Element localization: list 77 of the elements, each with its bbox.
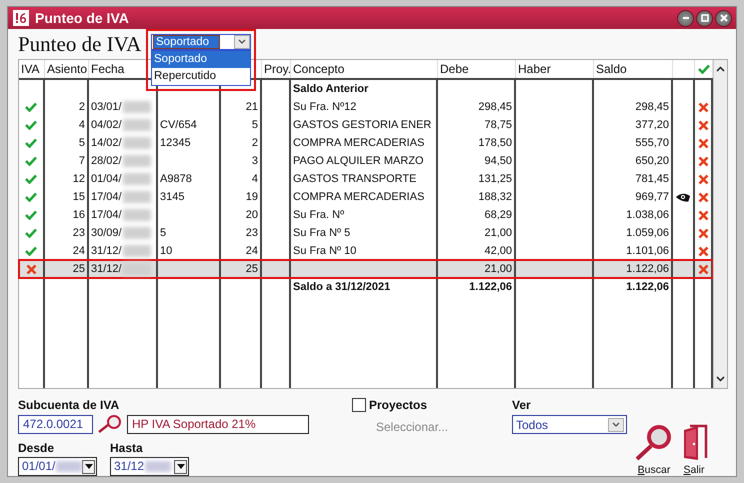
table-cell-text: 15 <box>72 190 85 205</box>
table-cell-text: 78,75 <box>484 118 512 133</box>
table-cell-text: 12 <box>72 172 85 187</box>
table-cell-text: 1.122,06 <box>626 280 669 295</box>
table-cell-text: 21,00 <box>484 226 512 241</box>
table-cell-text: 3 <box>252 154 258 169</box>
table-cell-text: 21 <box>246 100 258 115</box>
table-cell-text: 5 <box>160 226 166 241</box>
table-cell-text: GASTOS GESTORIA ENER <box>293 118 432 133</box>
table-cell-text: 781,45 <box>635 172 669 187</box>
table-cell-text: 42,00 <box>484 244 512 259</box>
table-cell-text: GASTOS TRANSPORTE <box>293 172 416 187</box>
field-label: Hasta <box>110 441 144 455</box>
table-cell-text: 969,77 <box>635 190 669 205</box>
table-cell-text: 01/04/ <box>91 172 122 187</box>
table-cell-text: 31/12/ <box>91 262 122 277</box>
table-cell-text: 650,20 <box>635 154 669 169</box>
table-cell-text: 298,45 <box>478 100 512 115</box>
table-cell-text: 188,32 <box>478 190 512 205</box>
table-cell-text: 12345 <box>160 136 191 151</box>
field-label: Ver <box>512 398 532 412</box>
table-cell-text: CV/654 <box>160 118 197 133</box>
field-label: Desde <box>18 441 56 455</box>
table-cell-text: 4 <box>252 172 258 187</box>
table-cell-text: 24 <box>246 244 258 259</box>
table-cell-text: 03/01/ <box>91 100 122 115</box>
table-cell-text: 1.038,06 <box>626 208 669 223</box>
table-cell-text: 14/02/ <box>91 136 122 151</box>
table-cell-text: 5 <box>252 118 258 133</box>
table-cell-text: PAGO ALQUILER MARZO <box>293 154 424 169</box>
table-cell-text: 3145 <box>160 190 184 205</box>
window-title: Punteo de IVA <box>35 10 129 26</box>
table-cell-text: 24 <box>72 244 85 259</box>
table-cell-text: 04/02/ <box>91 118 122 133</box>
table-cell-text: Saldo a 31/12/2021 <box>293 280 390 295</box>
table-cell-text: 17/04/ <box>91 208 122 223</box>
table-cell-text: 1.101,06 <box>626 244 669 259</box>
checkbox-label: Proyectos <box>369 398 428 412</box>
table-cell-text: 5 <box>78 136 85 151</box>
page-heading: Punteo de IVA <box>18 32 142 56</box>
table-cell-text: 23 <box>72 226 85 241</box>
table-cell-text: Su Fra Nº 5 <box>293 226 350 241</box>
table-cell-text: 94,50 <box>484 154 512 169</box>
table-cell-text: 2 <box>252 136 258 151</box>
table-cell-text: 298,45 <box>635 100 669 115</box>
table-cell-text: Su Fra. Nº <box>293 208 344 223</box>
table-cell-text: Saldo Anterior <box>293 82 368 97</box>
table-cell-text: Su Fra Nº 10 <box>293 244 356 259</box>
table-cell-text: 28/02/ <box>91 154 122 169</box>
dropdown-value: Soportado <box>153 35 220 49</box>
table-cell-text: 30/09/ <box>91 226 122 241</box>
table-cell-text: 178,50 <box>478 136 512 151</box>
table-cell-text: COMPRA MERCADERIAS <box>293 190 424 205</box>
table-cell-text: 20 <box>246 208 258 223</box>
table-cell-text: 10 <box>160 244 172 259</box>
table-cell-text: 17/04/ <box>91 190 122 205</box>
table-cell-text: 7 <box>78 154 85 169</box>
table-cell-text: 31/12/ <box>91 244 122 259</box>
field-label: Subcuenta de IVA <box>18 398 120 412</box>
table-cell-text: 377,20 <box>635 118 669 133</box>
table-cell-text: 4 <box>78 118 85 133</box>
table-cell-text: 25 <box>246 262 258 277</box>
table-cell-text: A9878 <box>160 172 192 187</box>
table-cell-text: 1.122,06 <box>469 280 512 295</box>
table-cell-text: 25 <box>72 262 85 277</box>
table-cell-text: 19 <box>246 190 258 205</box>
table-cell-text: 23 <box>246 226 258 241</box>
table-cell-text: 1.122,06 <box>626 262 669 277</box>
table-cell-text: 21,00 <box>484 262 512 277</box>
table-cell-text: 68,29 <box>484 208 512 223</box>
table-cell-text: 1.059,06 <box>626 226 669 241</box>
table-cell-text: 16 <box>72 208 85 223</box>
table-cell-text: COMPRA MERCADERIAS <box>293 136 424 151</box>
table-cell-text: 131,25 <box>478 172 512 187</box>
table-cell-text: 555,70 <box>635 136 669 151</box>
table-cell-text: 2 <box>78 100 85 115</box>
table-cell-text: Su Fra. Nº12 <box>293 100 356 115</box>
